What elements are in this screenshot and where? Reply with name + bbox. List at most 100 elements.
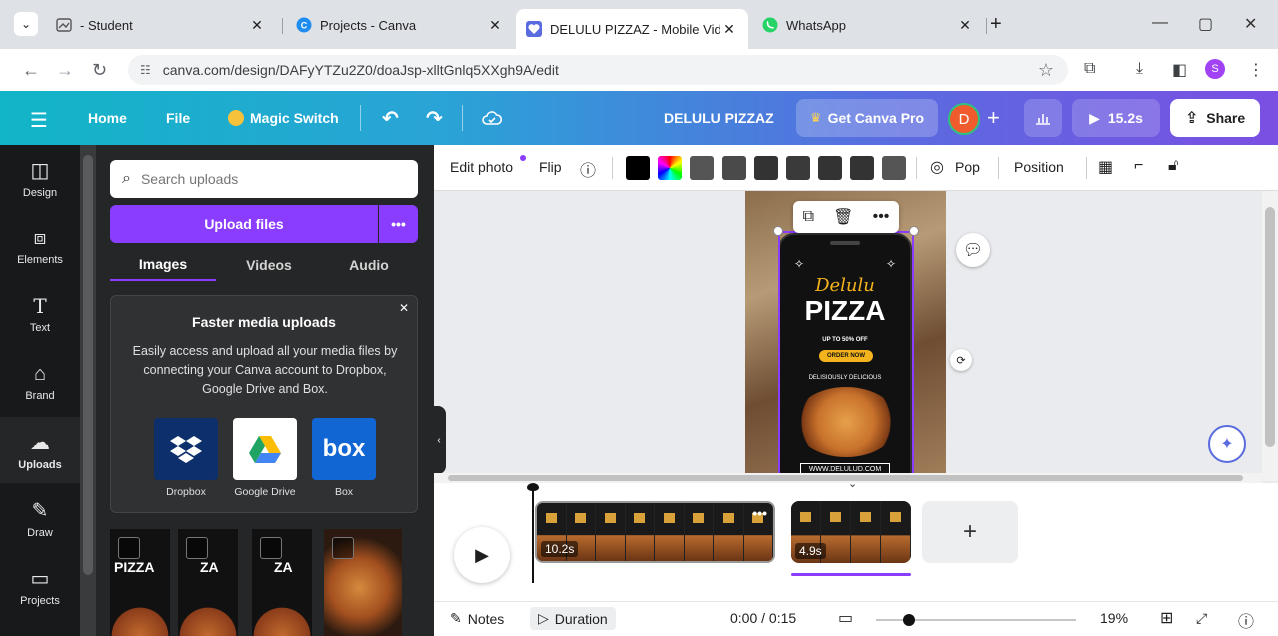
download-icon[interactable]: ⤓ xyxy=(1136,60,1143,78)
timeline-clip[interactable]: 10.2s ••• xyxy=(535,501,775,563)
trash-icon[interactable]: 🗑︎ xyxy=(833,207,853,227)
uploaded-image-thumb[interactable]: ZA xyxy=(252,529,312,636)
timeline-play-button[interactable]: ▶ xyxy=(454,527,510,583)
color-picker-swatch[interactable] xyxy=(658,156,682,180)
color-swatch[interactable] xyxy=(786,156,810,180)
color-swatch[interactable] xyxy=(850,156,874,180)
color-swatch[interactable] xyxy=(882,156,906,180)
select-checkbox[interactable] xyxy=(118,537,140,559)
zoom-slider-knob[interactable] xyxy=(903,614,915,626)
upload-more-options-button[interactable]: ••• xyxy=(379,205,418,243)
grid-view-icon[interactable]: ⊞ xyxy=(1160,608,1173,628)
select-checkbox[interactable] xyxy=(332,537,354,559)
omnibox[interactable]: ☷ canva.com/design/DAFyYTZu2Z0/doaJsp-xl… xyxy=(128,55,1068,85)
position-button[interactable]: Position xyxy=(1014,159,1064,175)
uploaded-image-thumb[interactable] xyxy=(324,529,402,636)
browser-profile-avatar[interactable]: S xyxy=(1205,59,1225,79)
hamburger-menu-icon[interactable]: ☰ xyxy=(30,108,48,133)
scrollbar-thumb[interactable] xyxy=(83,155,93,575)
rail-item-brand[interactable]: ⌂ Brand xyxy=(0,349,80,415)
reload-icon[interactable]: ↻ xyxy=(92,60,107,81)
box-button[interactable]: box xyxy=(312,418,376,480)
rail-item-design[interactable]: ◫ Design xyxy=(0,145,80,211)
close-tab-icon[interactable]: ✕ xyxy=(720,21,738,38)
restore-icon[interactable]: ▢ xyxy=(1198,14,1213,34)
present-play-button[interactable]: ▶ 15.2s xyxy=(1072,99,1160,137)
search-input[interactable] xyxy=(140,171,391,187)
cloud-saved-icon[interactable] xyxy=(482,91,502,145)
google-drive-button[interactable] xyxy=(233,418,297,480)
design-canvas[interactable]: ✧ ✧ Delulu PIZZA UP TO 50% OFF ORDER NOW… xyxy=(434,191,1262,481)
duplicate-icon[interactable]: ⧉ xyxy=(803,208,814,226)
close-tab-icon[interactable]: ✕ xyxy=(486,17,504,34)
add-comment-icon[interactable]: 💬︎ xyxy=(956,233,990,267)
uploaded-image-thumb[interactable]: PIZZA xyxy=(110,529,170,636)
side-panel-icon[interactable]: ◧ xyxy=(1172,60,1187,80)
color-swatch[interactable] xyxy=(722,156,746,180)
playhead-line[interactable] xyxy=(532,487,534,583)
color-swatch[interactable] xyxy=(818,156,842,180)
duration-button[interactable]: ▷ Duration xyxy=(530,607,616,630)
magic-assistant-sparkle-icon[interactable]: ✦ xyxy=(1208,425,1246,463)
panel-scrollbar[interactable] xyxy=(80,145,96,636)
new-tab-plus-icon[interactable]: + xyxy=(990,14,1002,34)
browser-menu-kebab-icon[interactable]: ⋮ xyxy=(1248,60,1264,80)
flip-button[interactable]: Flip xyxy=(539,159,562,175)
help-icon[interactable]: ⓘ xyxy=(1238,608,1254,632)
collapse-timeline-chevron-icon[interactable]: ⌄ xyxy=(848,477,857,490)
search-uploads-box[interactable]: ⌕ xyxy=(110,160,418,198)
undo-icon[interactable]: ↶ xyxy=(382,91,399,145)
tab-images[interactable]: Images xyxy=(110,249,216,281)
magic-switch-button[interactable]: Magic Switch xyxy=(228,91,339,145)
color-swatch[interactable] xyxy=(754,156,778,180)
lock-icon[interactable]: 🔓︎ xyxy=(1168,157,1178,175)
site-settings-icon[interactable]: ☷ xyxy=(140,63,151,77)
collapse-panel-chevron-icon[interactable]: ‹ xyxy=(434,406,446,474)
resize-handle[interactable] xyxy=(909,226,919,236)
tab-student[interactable]: - Student ✕ xyxy=(46,9,276,41)
bookmark-star-icon[interactable]: ☆ xyxy=(1038,60,1054,81)
upload-files-button[interactable]: Upload files xyxy=(110,205,378,243)
canvas-vertical-scrollbar[interactable] xyxy=(1262,191,1278,481)
invite-plus-icon[interactable]: + xyxy=(987,105,1000,131)
close-window-icon[interactable]: ✕ xyxy=(1244,14,1257,34)
dropbox-button[interactable] xyxy=(154,418,218,480)
file-menu-button[interactable]: File xyxy=(166,91,190,145)
tab-search-chevron-icon[interactable]: ⌄ xyxy=(14,12,38,36)
tab-delulu-pizzaz[interactable]: DELULU PIZZAZ - Mobile Video ✕ xyxy=(516,9,748,49)
pop-effect-icon[interactable]: ◎ xyxy=(930,157,944,177)
zoom-level[interactable]: 19% xyxy=(1100,610,1128,626)
clip-more-options-icon[interactable]: ••• xyxy=(752,505,767,521)
url-text[interactable]: canva.com/design/DAFyYTZu2Z0/doaJsp-xllt… xyxy=(163,62,1038,78)
pop-button[interactable]: Pop xyxy=(955,159,980,175)
select-checkbox[interactable] xyxy=(186,537,208,559)
more-options-icon[interactable]: ••• xyxy=(873,208,890,226)
back-arrow-icon[interactable]: ← xyxy=(22,60,40,81)
rotate-icon[interactable]: ⟳ xyxy=(950,349,972,371)
user-avatar[interactable]: D xyxy=(948,103,980,135)
scrollbar-thumb[interactable] xyxy=(448,475,1243,481)
rail-item-projects[interactable]: ▭ Projects xyxy=(0,553,80,619)
insights-chart-icon[interactable] xyxy=(1024,99,1062,137)
close-card-icon[interactable]: ✕ xyxy=(399,301,409,315)
timeline-clip[interactable]: 4.9s xyxy=(791,501,911,563)
forward-arrow-icon[interactable]: → xyxy=(56,60,74,81)
redo-icon[interactable]: ↷ xyxy=(426,91,443,145)
notes-button[interactable]: ✎ Notes xyxy=(450,610,504,627)
edit-photo-button[interactable]: Edit photo xyxy=(450,159,513,175)
tab-audio[interactable]: Audio xyxy=(316,249,422,281)
tab-whatsapp[interactable]: WhatsApp ✕ xyxy=(752,9,984,41)
design-title[interactable]: DELULU PIZZAZ xyxy=(664,91,774,145)
scrollbar-thumb[interactable] xyxy=(1265,207,1275,447)
page-view-icon[interactable]: ▭ xyxy=(838,608,853,628)
share-button[interactable]: ⇪ Share xyxy=(1170,99,1260,137)
rail-item-uploads[interactable]: ☁ Uploads xyxy=(0,417,80,483)
close-tab-icon[interactable]: ✕ xyxy=(956,17,974,34)
info-icon[interactable]: ⓘ xyxy=(580,157,596,181)
tab-projects-canva[interactable]: C Projects - Canva ✕ xyxy=(286,9,514,41)
extensions-puzzle-icon[interactable]: ⧉ xyxy=(1084,60,1095,78)
color-swatch[interactable] xyxy=(690,156,714,180)
fullscreen-icon[interactable]: ⤢ xyxy=(1196,610,1207,627)
rail-item-elements[interactable]: ⧈ Elements xyxy=(0,213,80,279)
rail-item-draw[interactable]: ✎ Draw xyxy=(0,485,80,551)
